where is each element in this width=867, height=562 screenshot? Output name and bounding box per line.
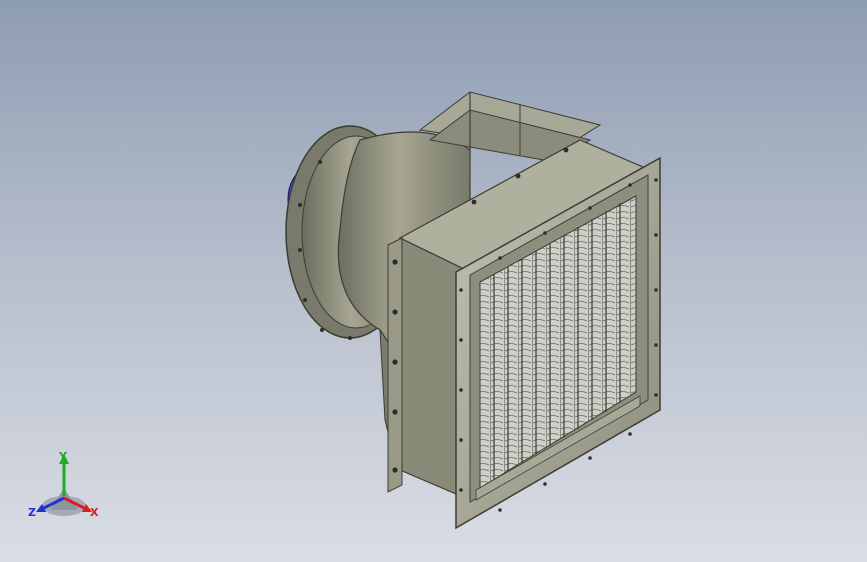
cad-model[interactable] [0, 0, 867, 562]
3d-viewport[interactable]: Y X Z [0, 0, 867, 562]
z-axis-label: Z [28, 506, 36, 519]
inlet-flange[interactable] [387, 237, 403, 493]
coordinate-triad: Y X Z [28, 450, 99, 519]
y-axis-label: Y [58, 450, 68, 463]
x-axis-label: X [90, 506, 99, 519]
